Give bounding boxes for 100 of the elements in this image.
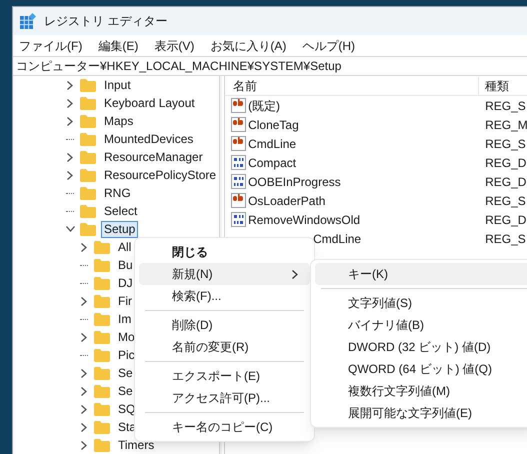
chevron-right-icon[interactable] xyxy=(81,422,87,432)
folder-icon xyxy=(94,240,110,254)
table-cell-text: REG_S xyxy=(484,136,526,152)
menu-item[interactable]: キー(K) xyxy=(315,263,527,285)
tree-item[interactable]: Mo xyxy=(115,328,138,346)
tree-item[interactable]: Fir xyxy=(115,292,135,310)
tree-item[interactable]: MountedDevices xyxy=(101,130,196,148)
table-cell-text: (既定) xyxy=(248,98,280,114)
folder-icon xyxy=(94,366,110,380)
tree-item[interactable]: DJ xyxy=(115,274,136,292)
tree-item[interactable]: Se xyxy=(115,382,136,400)
folder-icon xyxy=(80,204,96,218)
table-cell-text: OsLoaderPath xyxy=(248,192,326,210)
menu-item[interactable]: 複数行文字列値(M) xyxy=(315,380,527,402)
folder-icon xyxy=(80,222,96,236)
folder-icon xyxy=(94,294,110,308)
menu-item[interactable]: キー名のコピー(C) xyxy=(139,416,310,438)
folder-icon xyxy=(94,312,110,326)
table-cell-text: CmdLine xyxy=(248,136,296,152)
chevron-right-icon[interactable] xyxy=(67,98,73,108)
binary-value-icon xyxy=(231,174,246,189)
menu-item[interactable]: 名前の変更(R) xyxy=(139,336,310,358)
tree-item[interactable]: Se xyxy=(115,364,136,382)
chevron-right-icon[interactable] xyxy=(67,170,73,180)
folder-icon xyxy=(94,384,110,398)
menu-bar-item[interactable]: お気に入り(A) xyxy=(210,36,286,54)
tree-item[interactable]: Timers xyxy=(115,436,158,454)
chevron-right-icon[interactable] xyxy=(67,116,73,126)
tree-item[interactable]: ResourcePolicyStore xyxy=(101,166,220,184)
chevron-right-icon[interactable] xyxy=(81,404,87,414)
tree-item[interactable]: Pic xyxy=(115,346,138,364)
folder-icon xyxy=(80,78,96,92)
binary-value-icon xyxy=(231,155,246,170)
menu-bar-item[interactable]: ファイル(F) xyxy=(19,36,82,54)
menu-item[interactable]: エクスポート(E) xyxy=(139,365,310,387)
tree-item[interactable]: Select xyxy=(101,202,140,220)
menu-item[interactable]: 新規(N) xyxy=(139,263,310,285)
folder-icon xyxy=(94,276,110,290)
menu-item[interactable]: 削除(D) xyxy=(139,314,310,336)
table-cell-text: REG_S xyxy=(484,98,526,114)
table-cell-text: REG_D xyxy=(484,212,526,228)
folder-icon xyxy=(94,420,110,434)
registry-icon xyxy=(20,13,36,29)
tree-item[interactable]: Keyboard Layout xyxy=(101,94,198,112)
folder-icon xyxy=(80,168,96,182)
tree-item[interactable]: Input xyxy=(101,76,134,94)
string-value-icon xyxy=(231,117,246,132)
folder-icon xyxy=(80,114,96,128)
table-cell-text: REG_S xyxy=(484,230,526,248)
string-value-icon xyxy=(231,136,246,151)
chevron-right-icon xyxy=(292,270,298,278)
menu-bar-item[interactable]: ヘルプ(H) xyxy=(302,36,355,54)
chevron-right-icon[interactable] xyxy=(81,440,87,450)
menu-item[interactable]: QWORD (64 ビット) 値(Q) xyxy=(315,358,527,380)
table-cell-text: Compact xyxy=(248,154,296,172)
folder-icon xyxy=(94,402,110,416)
column-header[interactable]: 名前 xyxy=(225,76,480,94)
table-cell-text: REG_D xyxy=(484,154,526,172)
folder-icon xyxy=(80,132,96,146)
menu-item[interactable]: 展開可能な文字列値(E) xyxy=(315,402,527,424)
folder-icon xyxy=(94,330,110,344)
table-cell-text: CloneTag xyxy=(248,116,299,134)
folder-icon xyxy=(80,96,96,110)
tree-item[interactable]: RNG xyxy=(101,184,134,202)
folder-icon xyxy=(80,150,96,164)
folder-icon xyxy=(94,258,110,272)
menu-item[interactable]: 文字列値(S) xyxy=(315,292,527,314)
tree-item[interactable]: Im xyxy=(115,310,134,328)
menu-bar-item[interactable]: 編集(E) xyxy=(98,36,138,54)
folder-icon xyxy=(94,348,110,362)
tree-item[interactable]: Maps xyxy=(101,112,136,130)
table-cell-text: REG_M xyxy=(484,116,527,134)
chevron-right-icon[interactable] xyxy=(67,80,73,90)
column-header[interactable]: 種類 xyxy=(479,76,510,94)
chevron-right-icon[interactable] xyxy=(81,242,87,252)
address-bar[interactable]: コンピューター¥HKEY_LOCAL_MACHINE¥SYSTEM¥Setup xyxy=(13,56,527,76)
menu-item[interactable]: アクセス許可(P)... xyxy=(139,387,310,409)
chevron-right-icon[interactable] xyxy=(67,152,73,162)
string-value-icon xyxy=(231,98,246,113)
chevron-right-icon[interactable] xyxy=(81,368,87,378)
tree-item[interactable]: ResourceManager xyxy=(101,148,206,166)
table-cell-text: CmdLine xyxy=(313,230,362,248)
menu-bar-item[interactable]: 表示(V) xyxy=(154,36,194,54)
table-cell-text: REG_D xyxy=(484,174,526,190)
folder-icon xyxy=(94,438,110,452)
window-title: レジストリ エディター xyxy=(44,13,168,30)
chevron-right-icon[interactable] xyxy=(81,296,87,306)
menu-item[interactable]: DWORD (32 ビット) 値(D) xyxy=(315,336,527,358)
tree-item[interactable]: Setup xyxy=(101,220,138,238)
folder-icon xyxy=(80,186,96,200)
menu-item[interactable]: 検索(F)... xyxy=(139,285,310,307)
menu-item[interactable]: 閉じる xyxy=(139,241,310,263)
chevron-right-icon[interactable] xyxy=(81,332,87,342)
chevron-down-icon[interactable] xyxy=(66,226,74,232)
table-cell-text: REG_S xyxy=(484,192,526,210)
string-value-icon xyxy=(231,193,246,208)
tree-item[interactable]: Bu xyxy=(115,256,136,274)
chevron-right-icon[interactable] xyxy=(81,386,87,396)
tree-item[interactable]: All xyxy=(115,238,134,256)
menu-item[interactable]: バイナリ値(B) xyxy=(315,314,527,336)
